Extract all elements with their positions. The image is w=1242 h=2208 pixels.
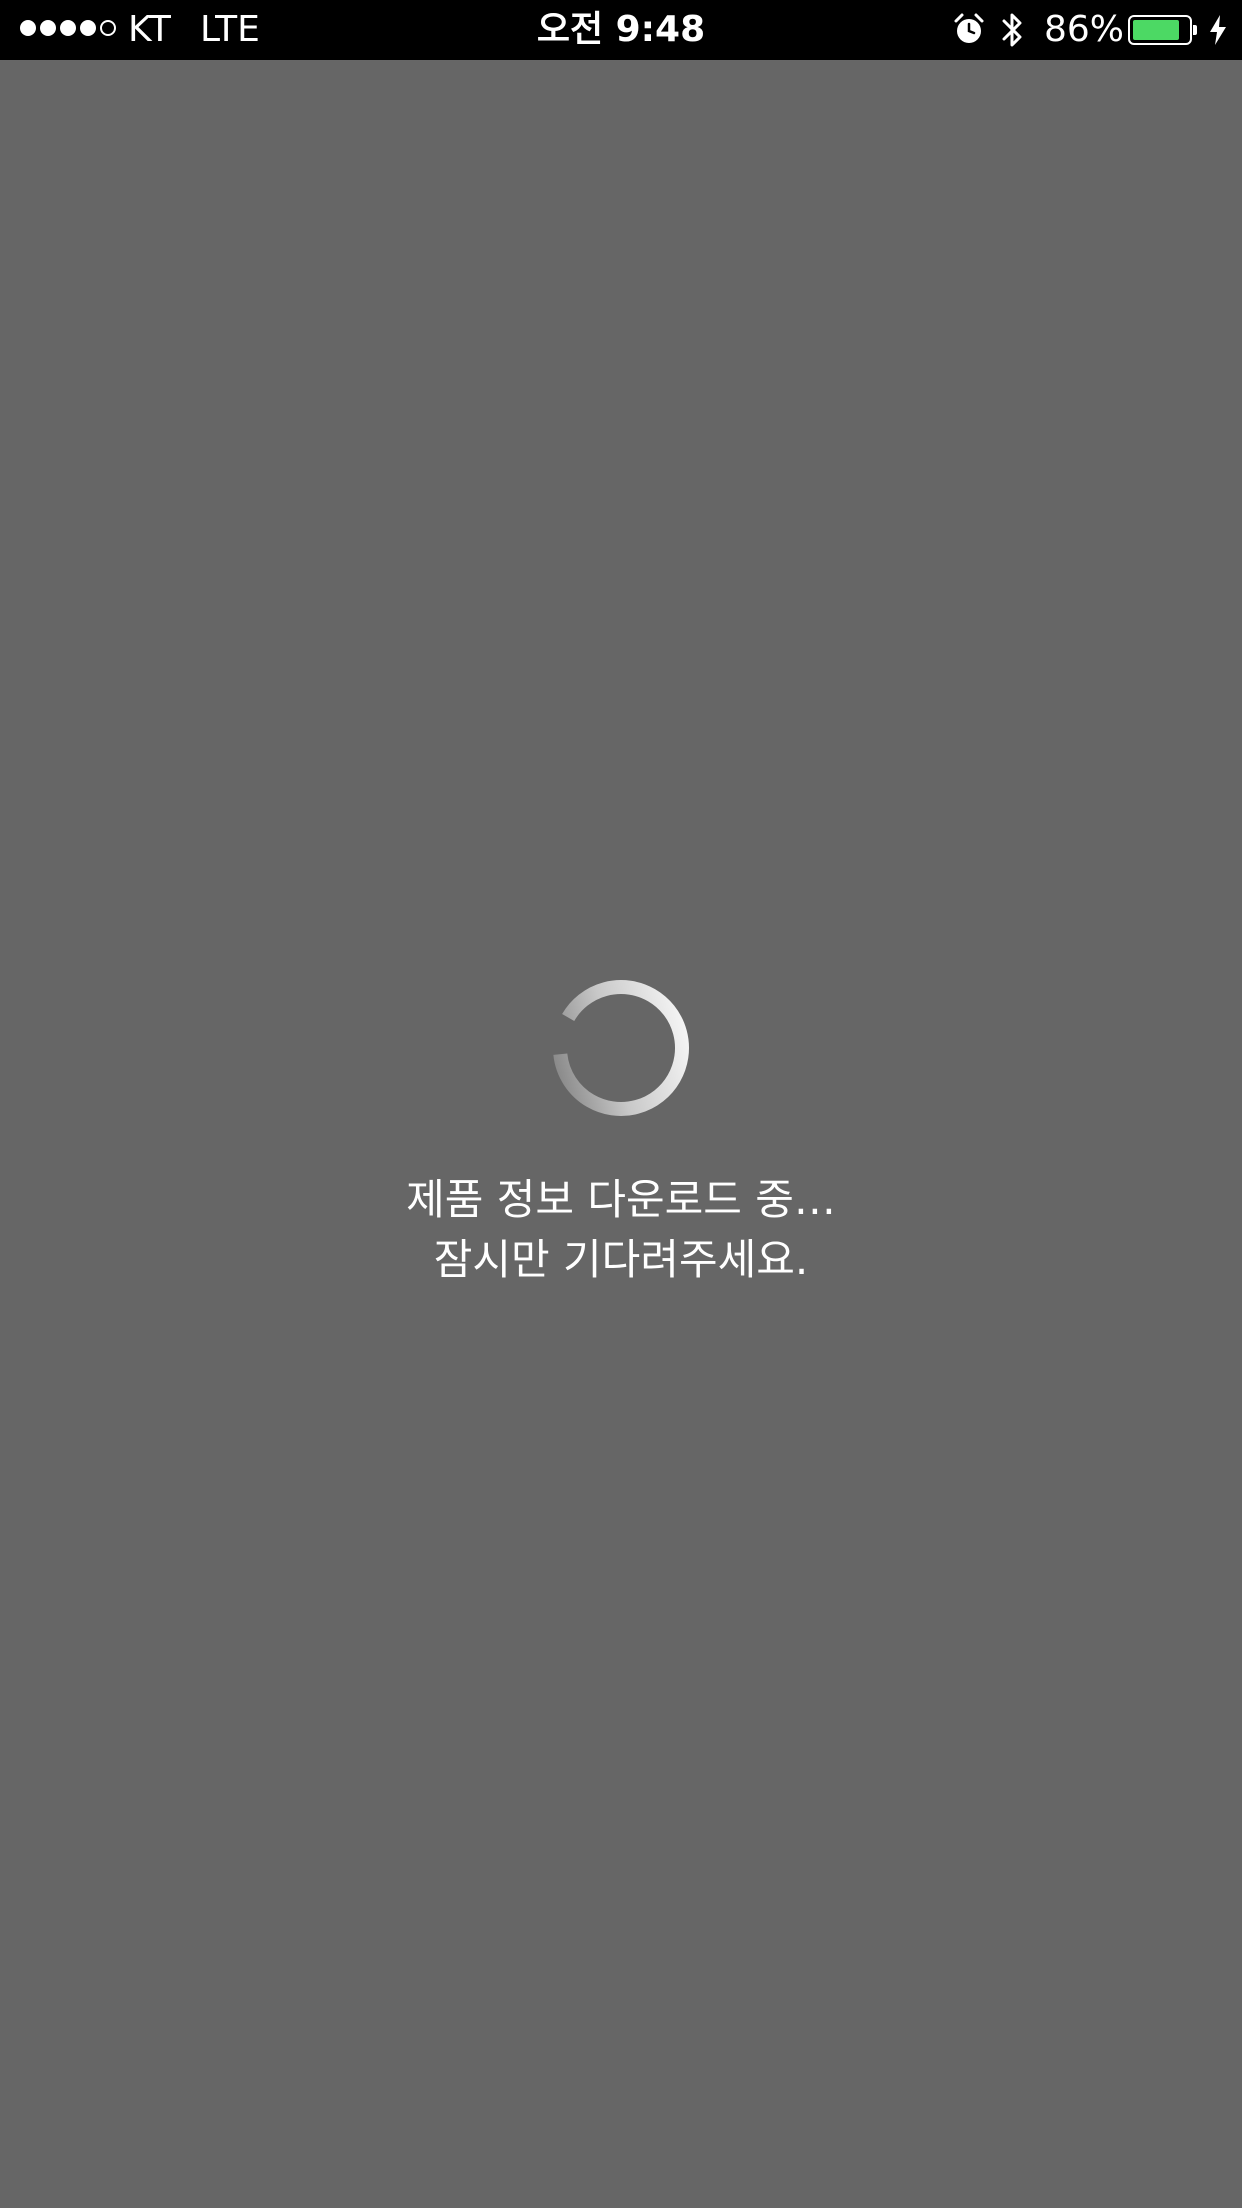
loading-message: 제품 정보 다운로드 중… 잠시만 기다려주세요.: [0, 1170, 1242, 1290]
status-bar: KT LTE 오전 9:48 86%: [0, 0, 1242, 60]
loading-message-line2: 잠시만 기다려주세요.: [433, 1235, 809, 1284]
battery-terminal: [1193, 25, 1197, 35]
battery-level-fill: [1133, 20, 1180, 40]
charging-icon: [1210, 15, 1226, 45]
alarm-icon: [954, 13, 984, 43]
bluetooth-icon: [1002, 13, 1022, 47]
loading-message-line1: 제품 정보 다운로드 중…: [406, 1175, 836, 1224]
battery-percentage: 86%: [1044, 9, 1125, 50]
battery-icon: [1128, 15, 1192, 45]
loading-spinner-icon: [553, 980, 689, 1116]
